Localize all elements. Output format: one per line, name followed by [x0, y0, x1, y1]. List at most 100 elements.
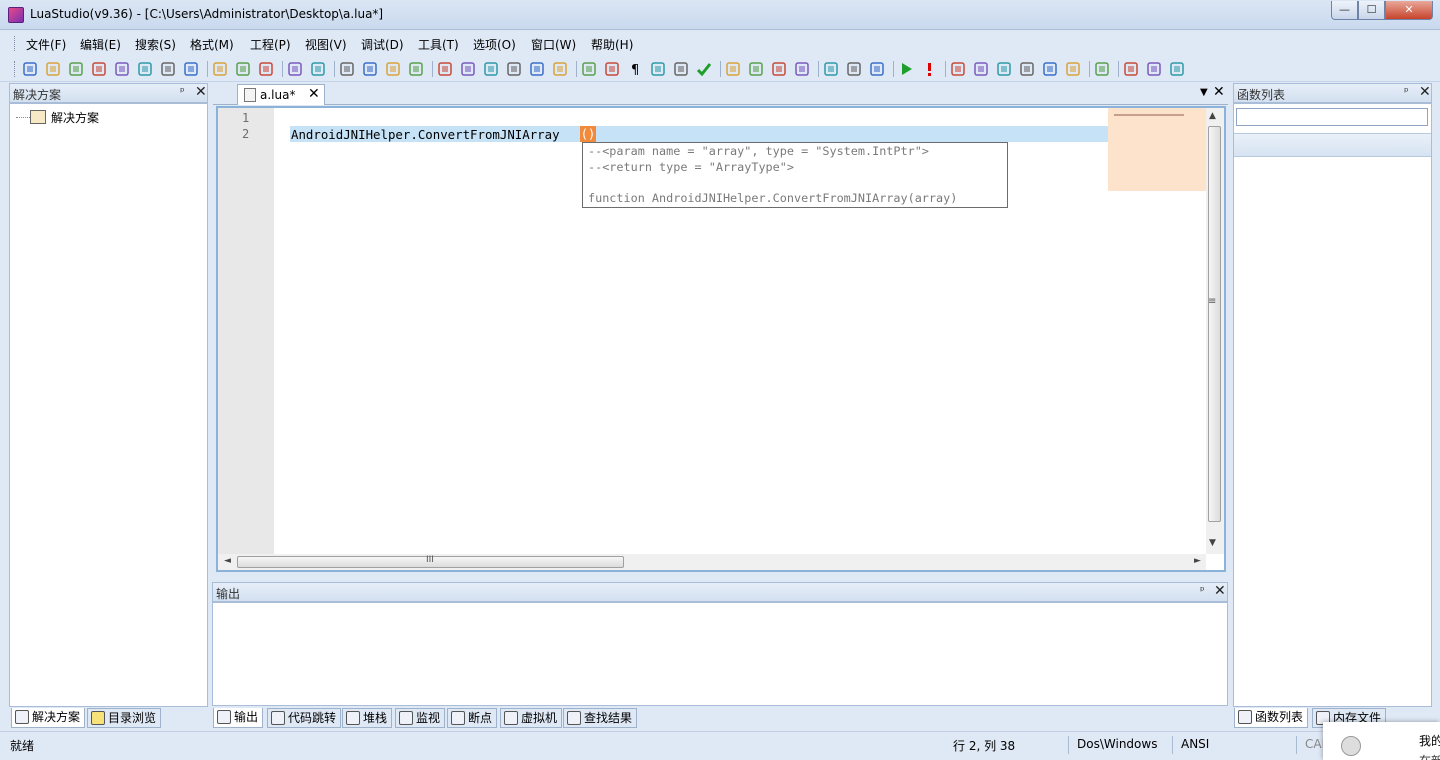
- tab-function-list[interactable]: 函数列表: [1234, 708, 1309, 728]
- open-icon[interactable]: [68, 61, 84, 77]
- minimize-button[interactable]: —: [1331, 1, 1358, 20]
- tree-item-solution[interactable]: 解决方案: [51, 109, 99, 126]
- vertical-scroll-thumb[interactable]: [1208, 126, 1221, 522]
- vertical-scrollbar[interactable]: ▲ ≡ ▼: [1206, 108, 1224, 554]
- step-into-icon[interactable]: [996, 61, 1012, 77]
- outline-icon[interactable]: [650, 61, 666, 77]
- tree-icon[interactable]: [137, 61, 153, 77]
- menu-edit[interactable]: 编辑(E): [80, 36, 121, 53]
- code-line[interactable]: AndroidJNIHelper.ConvertFromJNIArray: [291, 127, 560, 142]
- tab-list-icon[interactable]: ▼: [1200, 87, 1208, 98]
- build-icon[interactable]: [725, 61, 741, 77]
- menu-format[interactable]: 格式(M): [190, 36, 234, 53]
- step-over-icon[interactable]: [973, 61, 989, 77]
- menu-debug[interactable]: 调试(D): [361, 36, 404, 53]
- tab-watch[interactable]: 监视: [395, 708, 446, 728]
- scroll-grip-icon: ≡: [1208, 296, 1217, 307]
- structure-icon[interactable]: [673, 61, 689, 77]
- close-icon[interactable]: ✕: [1419, 84, 1431, 100]
- menu-project[interactable]: 工程(P): [250, 36, 291, 53]
- menu-file[interactable]: 文件(F): [26, 36, 66, 53]
- scroll-right-icon[interactable]: ►: [1194, 556, 1201, 566]
- new-file-icon[interactable]: [22, 61, 38, 77]
- tab-code-jump[interactable]: 代码跳转: [267, 708, 342, 728]
- close-window-button[interactable]: ✕: [1385, 1, 1433, 20]
- minimap[interactable]: [1108, 108, 1206, 191]
- function-filter-input[interactable]: [1236, 108, 1428, 126]
- horizontal-scrollbar[interactable]: ◄ III ►: [218, 554, 1206, 570]
- menu-help[interactable]: 帮助(H): [591, 36, 633, 53]
- step-out-icon[interactable]: [1019, 61, 1035, 77]
- properties-icon[interactable]: [1094, 61, 1110, 77]
- home-icon[interactable]: [1169, 61, 1185, 77]
- cut-icon[interactable]: [212, 61, 228, 77]
- outdent-icon[interactable]: [408, 61, 424, 77]
- replace-icon[interactable]: [506, 61, 522, 77]
- menu-view[interactable]: 视图(V): [305, 36, 347, 53]
- output-text-area[interactable]: [212, 602, 1228, 706]
- menu-options[interactable]: 选项(O): [473, 36, 516, 53]
- breakpoint-icon[interactable]: [1065, 61, 1081, 77]
- tab-stack[interactable]: 堆栈: [342, 708, 393, 728]
- list-icon[interactable]: [869, 61, 885, 77]
- tab-a-lua[interactable]: a.lua* ✕: [237, 84, 325, 105]
- bookmark-next-icon[interactable]: [552, 61, 568, 77]
- copy-icon[interactable]: [235, 61, 251, 77]
- save-icon[interactable]: [160, 61, 176, 77]
- find-in-files-icon[interactable]: [483, 61, 499, 77]
- exclamation-icon[interactable]: [921, 61, 937, 77]
- scroll-left-icon[interactable]: ◄: [224, 556, 231, 566]
- word-wrap-icon[interactable]: [604, 61, 620, 77]
- help-icon[interactable]: [1146, 61, 1162, 77]
- tab-directory[interactable]: 目录浏览: [87, 708, 162, 728]
- uncomment-icon[interactable]: [362, 61, 378, 77]
- monitor-icon[interactable]: [581, 61, 597, 77]
- menu-window[interactable]: 窗口(W): [531, 36, 576, 53]
- close-icon[interactable]: ✕: [308, 86, 320, 102]
- tab-output[interactable]: 输出: [213, 708, 264, 728]
- pin-icon[interactable]: ᵖ: [180, 85, 185, 98]
- close-icon[interactable]: ✕: [1213, 84, 1225, 100]
- tab-vm[interactable]: 虚拟机: [500, 708, 563, 728]
- paste-icon[interactable]: [258, 61, 274, 77]
- run-icon[interactable]: [898, 61, 914, 77]
- bookmark-icon[interactable]: [529, 61, 545, 77]
- print-icon[interactable]: [1123, 61, 1139, 77]
- tab-solution[interactable]: 解决方案: [11, 708, 86, 728]
- menu-grip[interactable]: [14, 36, 17, 51]
- function-list-band[interactable]: [1234, 133, 1431, 157]
- scroll-up-icon[interactable]: ▲: [1209, 111, 1216, 121]
- find-icon[interactable]: [437, 61, 453, 77]
- save-template-icon[interactable]: [114, 61, 130, 77]
- scroll-down-icon[interactable]: ▼: [1209, 538, 1216, 548]
- close-icon[interactable]: ✕: [195, 84, 207, 100]
- find-next-icon[interactable]: [460, 61, 476, 77]
- debug-attach-icon[interactable]: [771, 61, 787, 77]
- tab-output-label: 输出: [234, 710, 259, 724]
- menu-tools[interactable]: 工具(T): [418, 36, 459, 53]
- new-project-icon[interactable]: [45, 61, 61, 77]
- menu-search[interactable]: 搜索(S): [135, 36, 176, 53]
- notification-popup[interactable]: 我的 在新: [1323, 722, 1440, 760]
- maximize-button[interactable]: ☐: [1358, 1, 1385, 20]
- close-icon[interactable]: ✕: [1214, 583, 1226, 599]
- pilcrow-icon[interactable]: ¶: [627, 61, 643, 78]
- debug-stop-icon[interactable]: [794, 61, 810, 77]
- redo-icon[interactable]: [310, 61, 326, 77]
- tab-find-results[interactable]: 查找结果: [563, 708, 638, 728]
- toolbar-grip[interactable]: [14, 61, 17, 77]
- tab-breakpoints[interactable]: 断点: [447, 708, 498, 728]
- step-back-icon[interactable]: [1042, 61, 1058, 77]
- hand-icon[interactable]: [823, 61, 839, 77]
- step-icon[interactable]: [950, 61, 966, 77]
- open-project-icon[interactable]: [91, 61, 107, 77]
- check-icon[interactable]: [696, 61, 712, 77]
- save-all-icon[interactable]: [183, 61, 199, 77]
- ruler-icon[interactable]: [846, 61, 862, 77]
- pin-icon[interactable]: ᵖ: [1200, 584, 1205, 597]
- debug-icon[interactable]: [748, 61, 764, 77]
- undo-icon[interactable]: [287, 61, 303, 77]
- pin-icon[interactable]: ᵖ: [1404, 85, 1409, 98]
- indent-icon[interactable]: [385, 61, 401, 77]
- comment-icon[interactable]: [339, 61, 355, 77]
